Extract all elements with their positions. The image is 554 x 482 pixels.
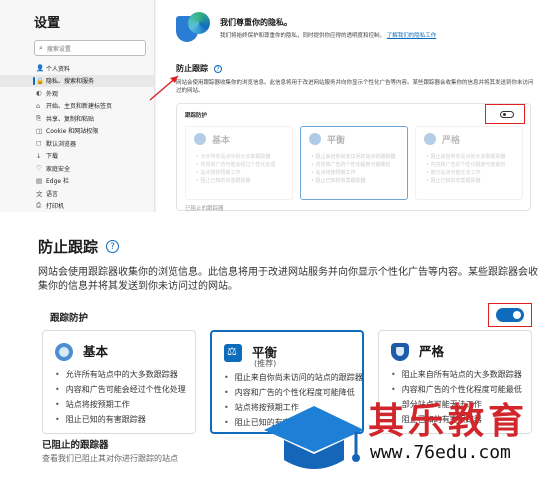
blocked-trackers-label[interactable]: 已阻止的跟踪器	[42, 437, 109, 451]
graduation-cap-icon	[264, 406, 364, 469]
card-basic-list: 允许所有站点中的大多数跟踪器 内容和广告可能会经过个性化处理 站点将按预期工作 …	[55, 369, 186, 429]
watermark: 其乐教育 www.76edu.com	[250, 388, 554, 482]
printer-icon: ⎙	[36, 201, 42, 210]
blocked-trackers-subtext: 查看我们已阻止其对你进行跟踪的站点	[42, 454, 178, 463]
home-icon: ⌂	[36, 101, 41, 110]
cookie-icon: ◫	[36, 126, 43, 135]
balance-scale-icon	[224, 344, 242, 362]
basic-shield-icon	[55, 343, 73, 361]
sidebar-item[interactable]: ▤ Edge 栏	[0, 175, 154, 188]
sidebar-item-label: 语言	[46, 190, 59, 198]
settings-screenshot-small: 设置 ⌕ 搜索设置 👤 个人资料 🔒 隐私、搜索和服务 ◐ 外观 ⌂ 开始、主页和新建标签页 ⎘…	[0, 0, 554, 212]
sidebar-item[interactable]: 文语言	[0, 187, 154, 200]
appearance-icon: ◐	[36, 89, 42, 98]
sidebar-item-label: Edge 栏	[46, 178, 70, 186]
sidebar-item-label: 个人资料	[46, 65, 71, 73]
settings-sidebar: 设置 ⌕ 搜索设置 👤 个人资料 🔒 隐私、搜索和服务 ◐ 外观 ⌂ 开始、主页和新建标签页 ⎘…	[0, 0, 155, 212]
sidebar-item[interactable]: ♡ 家庭安全	[0, 162, 154, 175]
sidebar-item[interactable]: ⎙ 打印机	[0, 200, 154, 213]
tracking-protection-toggle[interactable]	[496, 308, 524, 322]
tracking-box-small: 跟踪防护 基本 允许所有站点中的大多数跟踪器内容和广告可能会经过个性化处理 站点…	[176, 103, 531, 212]
card-balanced-small[interactable]: 平衡 阻止来自你尚未访问的站点的跟踪器内容和广告的个性化程度可能降低 站点将按预…	[300, 126, 408, 200]
sidebar-item-label: 外观	[46, 90, 59, 98]
help-icon[interactable]: ?	[214, 64, 222, 73]
tracking-protection-label: 跟踪防护	[50, 313, 89, 324]
card-strict-title: 严格	[419, 344, 445, 359]
privacy-banner: 我们尊重你的隐私。 我们将始终保护和尊重你的隐私，同时提供你应得的透明度和控制。…	[176, 12, 436, 44]
share-icon: ⎘	[36, 113, 42, 122]
edge-bar-icon: ▤	[36, 176, 43, 185]
family-icon: ♡	[36, 164, 42, 173]
card-strict-small[interactable]: 严格 阻止来自所有站点的大多数跟踪器内容和广告的个性化程度可能最低 部分站点可能…	[415, 126, 523, 200]
download-icon: ↓	[36, 151, 42, 160]
watermark-name: 其乐教育	[368, 400, 529, 442]
settings-content: 我们尊重你的隐私。 我们将始终保护和尊重你的隐私，同时提供你应得的透明度和控制。…	[156, 0, 554, 212]
lock-icon: 🔒	[36, 76, 45, 85]
sidebar-item[interactable]: ◻ 默认浏览器	[0, 137, 154, 150]
sidebar-item[interactable]: 👤 个人资料	[0, 62, 154, 75]
sidebar-item-label: 共享、复制和粘贴	[46, 115, 95, 123]
card-basic-title: 基本	[83, 344, 109, 359]
privacy-heading: 我们尊重你的隐私。	[220, 18, 292, 27]
settings-search-input[interactable]: ⌕ 搜索设置	[34, 40, 146, 56]
language-icon: 文	[36, 190, 43, 199]
sidebar-item[interactable]: ◫ Cookie 和网站权限	[0, 125, 154, 138]
privacy-link[interactable]: 了解我们的隐私工作	[387, 33, 437, 39]
tracking-description: 网站会使用跟踪器收集你的浏览信息。此信息将用于改进网站服务并向你显示个性化广告等…	[38, 267, 538, 292]
search-icon: ⌕	[39, 43, 43, 52]
sidebar-item-label: 默认浏览器	[46, 140, 77, 148]
sidebar-item[interactable]: ⎘ 共享、复制和粘贴	[0, 112, 154, 125]
strict-icon	[424, 133, 436, 145]
sidebar-item-label: 下载	[46, 153, 59, 161]
help-icon[interactable]: ?	[106, 240, 120, 253]
basic-icon	[194, 133, 206, 145]
privacy-text: 我们将始终保护和尊重你的隐私，同时提供你应得的透明度和控制。 了解我们的隐私工作	[220, 33, 437, 39]
settings-title: 设置	[34, 16, 61, 31]
tracking-box-label-small: 跟踪防护	[185, 113, 208, 119]
blocked-label-small: 已阻止的跟踪器	[185, 206, 224, 212]
sidebar-item[interactable]: 🔒 隐私、搜索和服务	[0, 74, 154, 87]
tracking-desc-small: 网站会使用跟踪器收集你的浏览信息。此信息将用于改进网站服务并向你显示个性化广告等…	[176, 80, 534, 94]
sidebar-item[interactable]: ↓ 下载	[0, 150, 154, 163]
sidebar-item-label: 家庭安全	[46, 165, 71, 173]
search-placeholder: 搜索设置	[46, 45, 71, 53]
browser-icon: ◻	[36, 139, 42, 148]
card-basic[interactable]: 基本 允许所有站点中的大多数跟踪器 内容和广告可能会经过个性化处理 站点将按预期…	[42, 330, 196, 434]
strict-shield-icon	[391, 343, 409, 361]
tracking-toggle-small[interactable]	[500, 111, 514, 118]
tracking-title-small: 防止跟踪 ?	[176, 63, 222, 74]
sidebar-item[interactable]: ◐ 外观	[0, 87, 154, 100]
sidebar-nav: 👤 个人资料 🔒 隐私、搜索和服务 ◐ 外观 ⌂ 开始、主页和新建标签页 ⎘ 共享、复制和粘贴 ◫ C…	[0, 62, 154, 212]
sidebar-item-label: 开始、主页和新建标签页	[46, 103, 113, 111]
card-balanced-subtitle: (推荐)	[254, 359, 277, 368]
watermark-url: www.76edu.com	[370, 442, 511, 463]
tracking-title: 防止跟踪 ?	[38, 236, 120, 257]
balanced-icon	[309, 133, 321, 145]
card-basic-small[interactable]: 基本 允许所有站点中的大多数跟踪器内容和广告可能会经过个性化处理 站点将按预期工…	[185, 126, 293, 200]
person-icon: 👤	[36, 64, 45, 73]
sidebar-item-label: 隐私、搜索和服务	[46, 78, 95, 86]
sidebar-item[interactable]: ⌂ 开始、主页和新建标签页	[0, 100, 154, 113]
sidebar-item-label: 打印机	[46, 203, 65, 211]
sidebar-item-label: Cookie 和网站权限	[46, 128, 99, 136]
privacy-shield-icon	[176, 12, 210, 44]
